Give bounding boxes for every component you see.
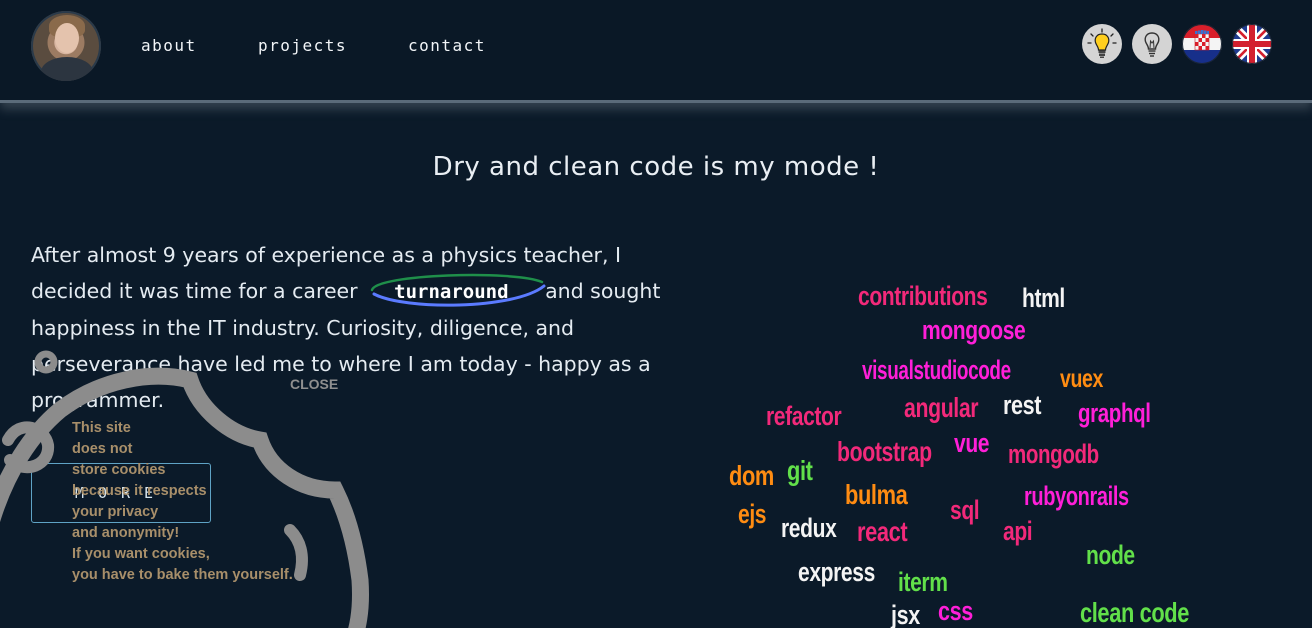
skill-tag: angular (904, 392, 979, 423)
skill-tag: mongodb (1008, 439, 1099, 469)
intro-paragraph: After almost 9 years of experience as a … (31, 237, 671, 418)
croatia-flag-icon[interactable] (1182, 24, 1222, 64)
skill-tag: iterm (898, 567, 948, 597)
avatar[interactable] (31, 11, 101, 81)
nav-contact[interactable]: contact (408, 36, 486, 55)
skill-tag: vue (954, 428, 990, 458)
lightbulb-on-icon[interactable] (1082, 24, 1122, 64)
skill-tag: contributions (858, 281, 988, 311)
skill-tag: bootstrap (837, 436, 932, 467)
skill-tag: mongoose (922, 315, 1026, 345)
avatar-face (55, 23, 79, 53)
cookie-line: store cookies (72, 462, 166, 478)
uk-flag-icon[interactable] (1232, 24, 1272, 64)
skill-tag: graphql (1078, 398, 1151, 428)
page-headline: Dry and clean code is my mode ! (432, 152, 880, 182)
skill-tag: html (1022, 283, 1065, 313)
cookie-line: If you want cookies, (72, 546, 210, 562)
skill-tag: rest (1003, 390, 1042, 420)
skill-tag: clean code (1080, 597, 1189, 628)
cookie-line: your privacy (72, 504, 159, 520)
cookie-close-button[interactable]: CLOSE (290, 376, 338, 392)
cookie-line: and anonymity! (72, 525, 180, 541)
skill-tag: bulma (845, 479, 908, 510)
cookie-line: This site (72, 420, 131, 436)
cookie-line: does not (72, 441, 133, 457)
avatar-shirt (41, 57, 93, 81)
cookie-message: This site does not store cookies because… (72, 418, 332, 586)
skill-tag: dom (729, 460, 774, 491)
skill-tag: react (857, 516, 908, 547)
site-header: about projects contact (0, 0, 1312, 103)
skill-tag: refactor (766, 401, 842, 431)
cookie-line: because it respects (72, 483, 207, 499)
skill-tag: rubyonrails (1024, 481, 1129, 511)
nav-projects[interactable]: projects (258, 36, 347, 55)
skill-tag: sql (950, 495, 980, 525)
skill-tag: express (798, 557, 875, 587)
turnaround-highlight: turnaround (368, 273, 546, 310)
skill-tag: css (938, 596, 973, 626)
skill-tag: redux (781, 513, 837, 543)
skill-tag: vuex (1060, 363, 1103, 393)
turnaround-word: turnaround (394, 281, 509, 303)
skill-tag: api (1003, 516, 1033, 546)
cookie-line: you have to bake them yourself. (72, 567, 293, 583)
skill-tag: node (1086, 540, 1135, 570)
skill-tag: ejs (738, 499, 767, 529)
nav-about[interactable]: about (141, 36, 197, 55)
skill-tag: visualstudiocode (862, 355, 1011, 385)
skill-tag: git (787, 455, 813, 486)
page: about projects contact Dry and clean cod… (0, 0, 1312, 628)
lightbulb-off-icon[interactable] (1132, 24, 1172, 64)
skill-tag: jsx (891, 600, 920, 628)
